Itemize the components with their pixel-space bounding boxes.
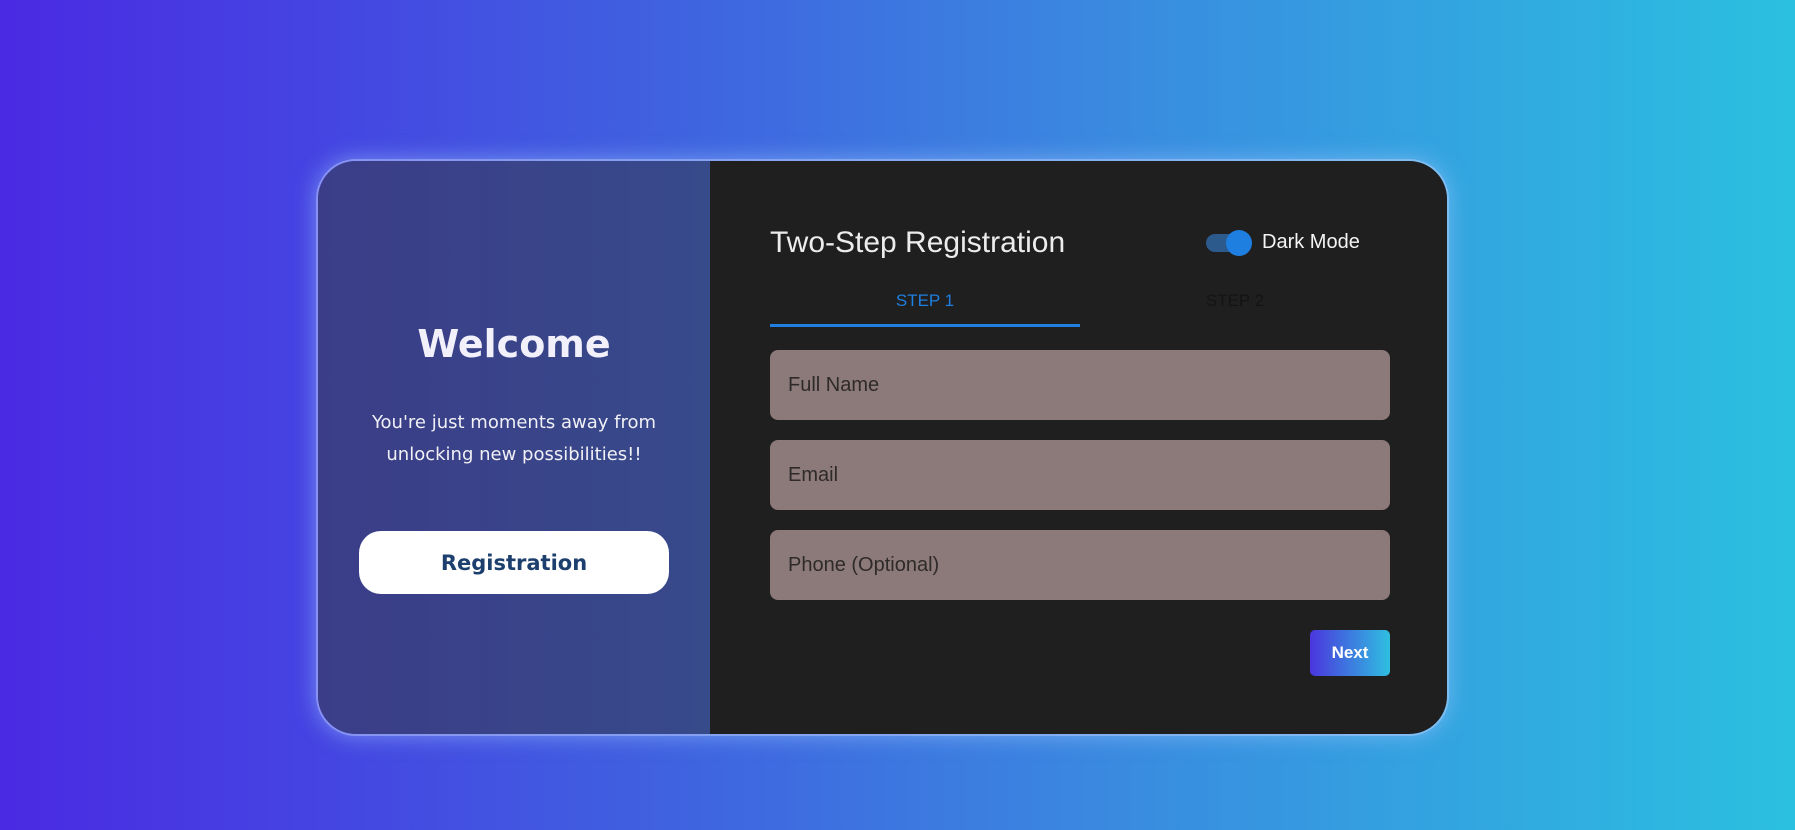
welcome-panel: Welcome You're just moments away from un… [318, 161, 710, 734]
welcome-message: You're just moments away from unlocking … [371, 412, 657, 465]
toggle-knob [1226, 229, 1252, 256]
tab-step-1[interactable]: STEP 1 [770, 285, 1080, 327]
full-name-input[interactable] [770, 350, 1390, 420]
welcome-title: Welcome [417, 322, 611, 366]
toggle-switch[interactable] [1206, 229, 1252, 256]
dark-mode-toggle[interactable]: Dark Mode [1206, 229, 1360, 256]
next-button[interactable]: Next [1310, 630, 1390, 676]
registration-button[interactable]: Registration [359, 531, 669, 594]
step-tabs: STEP 1 STEP 2 [770, 285, 1390, 327]
form-panel: Two-Step Registration Dark Mode STEP 1 S… [710, 161, 1447, 734]
email-input[interactable] [770, 440, 1390, 510]
registration-card: Welcome You're just moments away from un… [316, 159, 1449, 736]
phone-input[interactable] [770, 530, 1390, 600]
tab-step-2[interactable]: STEP 2 [1080, 285, 1390, 327]
dark-mode-label: Dark Mode [1262, 231, 1360, 253]
form-title: Two-Step Registration [770, 226, 1066, 259]
